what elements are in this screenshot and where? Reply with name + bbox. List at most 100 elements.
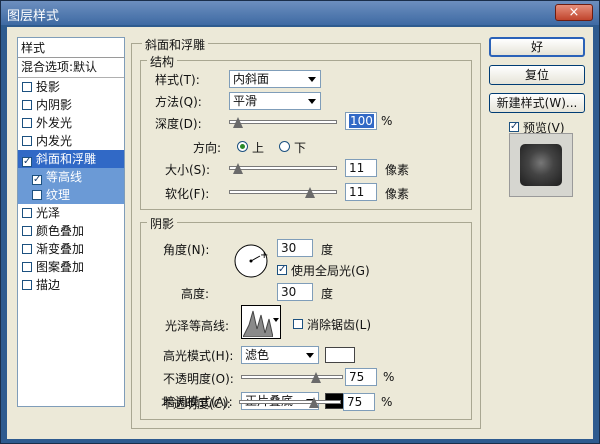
soften-label: 软化(F): xyxy=(165,187,210,201)
bevel-emboss-legend: 斜面和浮雕 xyxy=(142,36,209,53)
reset-button[interactable]: 复位 xyxy=(489,65,585,85)
shading-group: 阴影 角度(N): + 30 度 ✓ 使用全局光(G) 高度: 30 度 光泽等… xyxy=(140,215,472,420)
soften-slider-thumb[interactable] xyxy=(305,187,315,198)
highlight-color-swatch[interactable] xyxy=(325,347,355,363)
highlight-mode-select[interactable]: 滤色 xyxy=(241,346,319,364)
highlight-mode-label: 高光模式(H): xyxy=(163,349,234,363)
highlight-opacity-slider[interactable] xyxy=(241,372,343,384)
angle-dial[interactable]: + xyxy=(233,243,269,279)
preview-swatch xyxy=(520,144,562,186)
title-bar[interactable]: 图层样式 × xyxy=(1,1,599,25)
antialias-checkbox[interactable] xyxy=(293,319,303,329)
styles-list: 样式 混合选项:默认 投影 内阴影 外发光 内发光 ✓ 斜面和浮雕 ✓ 等高线 纹理 光泽颜色叠加… xyxy=(17,37,125,407)
style-select[interactable]: 内斜面 xyxy=(229,70,321,88)
preview-checkbox[interactable]: ✓ xyxy=(509,122,519,132)
contour-preview-icon xyxy=(243,310,273,337)
size-input[interactable]: 11 xyxy=(345,159,377,177)
technique-select-value: 平滑 xyxy=(233,94,258,108)
soften-input[interactable]: 11 xyxy=(345,183,377,201)
direction-down-radio[interactable] xyxy=(279,141,290,152)
shadow-opacity-track xyxy=(239,400,341,404)
style-item-1[interactable]: 内阴影 xyxy=(18,96,124,114)
bevel-emboss-group: 斜面和浮雕 结构 样式(T): 内斜面 方法(Q): 平滑 深度(D): 100… xyxy=(131,36,481,429)
depth-input[interactable]: 100 xyxy=(345,112,377,130)
style-preview-thumbnail xyxy=(509,133,573,197)
shadow-opacity-unit: % xyxy=(381,395,393,409)
technique-label: 方法(Q): xyxy=(155,95,202,109)
ok-button[interactable]: 好 xyxy=(489,37,585,57)
style-item-checkbox[interactable] xyxy=(22,118,32,128)
altitude-unit: 度 xyxy=(321,287,334,301)
angle-unit: 度 xyxy=(321,243,334,257)
style-item-label: 斜面和浮雕 xyxy=(36,152,97,166)
highlight-opacity-input[interactable]: 75 xyxy=(345,368,377,386)
depth-label: 深度(D): xyxy=(155,117,202,131)
dialog-title: 图层样式 xyxy=(7,9,60,24)
size-unit: 像素 xyxy=(385,163,410,177)
style-item-checkbox[interactable] xyxy=(22,208,32,218)
style-item-10[interactable]: 图案叠加 xyxy=(18,258,124,276)
direction-up-radio[interactable] xyxy=(237,141,248,152)
size-label: 大小(S): xyxy=(165,163,211,177)
direction-down-label[interactable]: 下 xyxy=(294,139,306,156)
chevron-down-icon xyxy=(273,318,279,322)
style-item-9[interactable]: 渐变叠加 xyxy=(18,240,124,258)
shadow-opacity-thumb[interactable] xyxy=(309,397,319,408)
style-item-3[interactable]: 内发光 xyxy=(18,132,124,150)
style-item-11[interactable]: 描边 xyxy=(18,276,124,294)
style-item-5[interactable]: ✓ 等高线 xyxy=(18,168,124,186)
style-item-6[interactable]: 纹理 xyxy=(18,186,124,204)
angle-input[interactable]: 30 xyxy=(277,239,313,257)
style-item-label: 颜色叠加 xyxy=(36,224,85,238)
direction-label: 方向: xyxy=(193,141,222,155)
chevron-down-icon xyxy=(306,353,314,358)
style-item-0[interactable]: 投影 xyxy=(18,78,124,96)
soften-slider[interactable] xyxy=(229,187,337,199)
shadow-opacity-label-visible: 不透明度(C): xyxy=(161,397,231,411)
size-slider[interactable] xyxy=(229,163,337,175)
global-light-checkbox[interactable]: ✓ xyxy=(277,265,287,275)
style-item-checkbox[interactable] xyxy=(32,190,42,200)
depth-slider-track xyxy=(229,120,337,124)
style-item-checkbox[interactable] xyxy=(22,226,32,236)
altitude-label: 高度: xyxy=(181,287,210,301)
antialias-label[interactable]: 消除锯齿(L) xyxy=(307,316,371,333)
style-item-label: 描边 xyxy=(36,278,61,292)
styles-header[interactable]: 样式 xyxy=(18,38,124,58)
global-light-label[interactable]: 使用全局光(G) xyxy=(291,262,370,279)
svg-text:+: + xyxy=(260,250,268,261)
style-item-2[interactable]: 外发光 xyxy=(18,114,124,132)
shading-legend: 阴影 xyxy=(147,215,178,232)
style-item-label: 渐变叠加 xyxy=(36,242,85,256)
shadow-opacity-slider[interactable] xyxy=(239,397,341,409)
direction-up-label[interactable]: 上 xyxy=(252,139,264,156)
shadow-opacity-input[interactable]: 75 xyxy=(343,393,375,411)
highlight-opacity-track xyxy=(241,375,343,379)
style-label: 样式(T): xyxy=(155,73,200,87)
style-item-7[interactable]: 光泽 xyxy=(18,204,124,222)
style-item-checkbox[interactable] xyxy=(22,280,32,290)
depth-slider[interactable] xyxy=(229,117,337,129)
gloss-contour-picker[interactable] xyxy=(241,305,281,339)
style-item-checkbox[interactable]: ✓ xyxy=(22,157,32,167)
new-style-button[interactable]: 新建样式(W)... xyxy=(489,93,585,113)
style-item-checkbox[interactable] xyxy=(22,100,32,110)
style-item-checkbox[interactable] xyxy=(22,136,32,146)
style-item-checkbox[interactable] xyxy=(22,262,32,272)
close-button[interactable]: × xyxy=(555,4,593,21)
style-item-checkbox[interactable] xyxy=(22,82,32,92)
style-item-checkbox[interactable]: ✓ xyxy=(32,175,42,185)
blending-options[interactable]: 混合选项:默认 xyxy=(18,58,124,78)
style-item-4[interactable]: ✓ 斜面和浮雕 xyxy=(18,150,124,168)
gloss-contour-label: 光泽等高线: xyxy=(165,319,230,333)
layer-style-dialog: 图层样式 × 样式 混合选项:默认 投影 内阴影 外发光 内发光 ✓ 斜面和浮雕 ✓ 等高线纹… xyxy=(0,0,600,444)
depth-slider-thumb[interactable] xyxy=(233,117,243,128)
technique-select[interactable]: 平滑 xyxy=(229,92,321,110)
altitude-input[interactable]: 30 xyxy=(277,283,313,301)
highlight-opacity-thumb[interactable] xyxy=(311,372,321,383)
style-item-checkbox[interactable] xyxy=(22,244,32,254)
size-slider-thumb[interactable] xyxy=(233,163,243,174)
style-item-8[interactable]: 颜色叠加 xyxy=(18,222,124,240)
highlight-opacity-label: 不透明度(O): xyxy=(163,372,234,386)
highlight-mode-value: 滤色 xyxy=(245,348,270,362)
